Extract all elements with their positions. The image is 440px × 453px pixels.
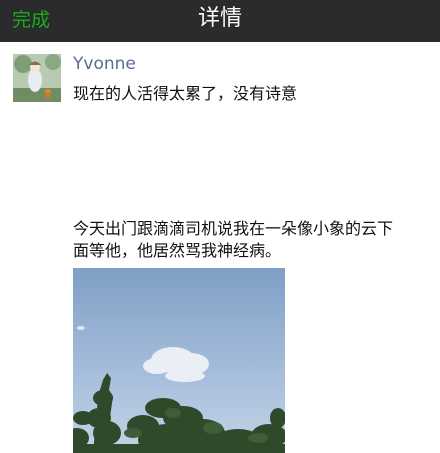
post-photo[interactable] bbox=[73, 268, 285, 453]
page-title: 详情 bbox=[197, 6, 242, 31]
caption-line-2: 面等他，他居然骂我神经病。 bbox=[73, 241, 282, 260]
avatar[interactable] bbox=[13, 54, 61, 102]
post-text: 现在的人活得太累了，没有诗意 bbox=[73, 84, 298, 103]
sky-cloud-trees-photo-icon bbox=[73, 268, 285, 453]
username[interactable]: Yvonne bbox=[73, 54, 136, 74]
caption-line-1: 今天出门跟滴滴司机说我在一朵像小象的云下 bbox=[73, 219, 394, 238]
photo-caption: 今天出门跟滴滴司机说我在一朵像小象的云下 面等他，他居然骂我神经病。 bbox=[73, 218, 418, 262]
nav-bar: 完成 详情 bbox=[0, 0, 440, 42]
avatar-illustration-icon bbox=[13, 54, 61, 102]
